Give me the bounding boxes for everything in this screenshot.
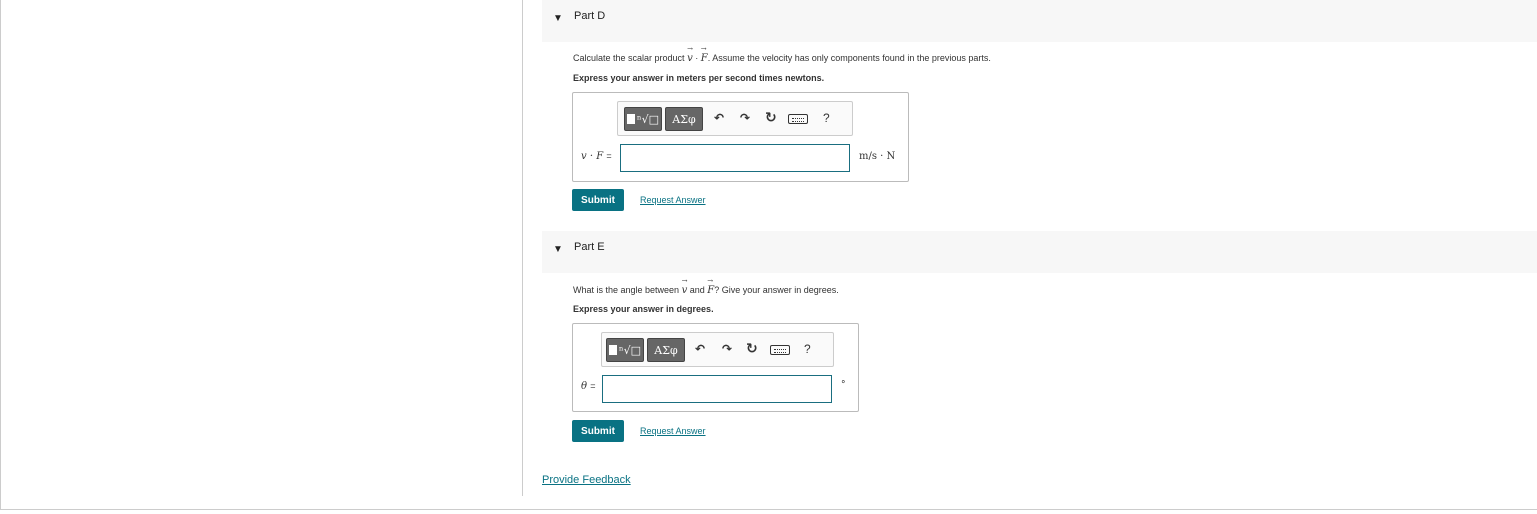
caret-down-icon[interactable]: ▼: [553, 244, 563, 255]
part-e-submit-button[interactable]: Submit: [572, 420, 624, 442]
vector-v: v: [682, 285, 688, 296]
vector-f: F: [701, 53, 708, 64]
undo-icon[interactable]: ↶: [695, 342, 705, 356]
question-text-suffix: . Assume the velocity has only component…: [707, 53, 991, 63]
equals-sign: =: [590, 381, 596, 391]
dot-operator: ·: [695, 53, 699, 63]
vector-v: v: [687, 53, 693, 64]
part-e-request-answer-link[interactable]: Request Answer: [640, 426, 706, 436]
part-d-question: Calculate the scalar product v · F. Assu…: [573, 53, 991, 64]
caret-down-icon[interactable]: ▼: [553, 13, 563, 24]
question-text: Calculate the scalar product: [573, 53, 688, 63]
question-text-suffix: ? Give your answer in degrees.: [714, 285, 839, 295]
undo-icon[interactable]: ↶: [714, 111, 724, 125]
part-e-answer-box: ⁿ√□ ΑΣφ ↶ ↷ ↻ ? θ = °: [572, 323, 859, 412]
redo-icon[interactable]: ↷: [722, 342, 732, 356]
part-d-answer-input[interactable]: [620, 144, 850, 172]
greek-symbols-button[interactable]: ΑΣφ: [647, 338, 685, 362]
part-e-header[interactable]: ▼ Part E: [542, 231, 1537, 273]
content-divider: [522, 0, 523, 496]
part-e-question: What is the angle between v and F? Give …: [573, 285, 839, 296]
part-e-title: Part E: [574, 241, 605, 253]
vector-f-label: F: [596, 151, 604, 162]
vector-f: F: [707, 285, 714, 296]
templates-glyph: ⁿ√□: [618, 343, 642, 357]
part-d-unit: m/s · N: [859, 151, 896, 162]
question-text: What is the angle between: [573, 285, 682, 295]
redo-icon[interactable]: ↷: [740, 111, 750, 125]
part-e-variable-label: θ =: [581, 381, 595, 392]
question-and: and: [687, 285, 708, 295]
help-button[interactable]: ?: [823, 111, 830, 125]
part-d-request-answer-link[interactable]: Request Answer: [640, 195, 706, 205]
part-e-instruction: Express your answer in degrees.: [573, 304, 714, 314]
math-toolbar: ⁿ√□ ΑΣφ ↶ ↷ ↻ ?: [617, 101, 853, 136]
templates-button[interactable]: ⁿ√□: [606, 338, 644, 362]
help-button[interactable]: ?: [804, 342, 811, 356]
keyboard-icon[interactable]: [788, 114, 808, 124]
part-d-title: Part D: [574, 10, 606, 22]
part-d-submit-button[interactable]: Submit: [572, 189, 624, 211]
part-d-variable-label: v · F =: [581, 151, 612, 162]
part-d-header[interactable]: ▼ Part D: [542, 0, 1537, 42]
part-d-instruction: Express your answer in meters per second…: [573, 73, 825, 83]
theta-symbol: θ: [581, 381, 588, 392]
part-d-answer-box: ⁿ√□ ΑΣφ ↶ ↷ ↻ ? v · F = m/s · N: [572, 92, 909, 182]
templates-glyph: ⁿ√□: [636, 112, 660, 126]
part-e-unit: °: [841, 380, 846, 390]
keyboard-icon[interactable]: [770, 345, 790, 355]
reset-icon[interactable]: ↻: [746, 340, 758, 357]
vector-v-label: v: [581, 151, 587, 162]
templates-button[interactable]: ⁿ√□: [624, 107, 662, 131]
reset-icon[interactable]: ↻: [765, 109, 777, 126]
part-e-answer-input[interactable]: [602, 375, 832, 403]
provide-feedback-link[interactable]: Provide Feedback: [542, 474, 631, 486]
greek-symbols-button[interactable]: ΑΣφ: [665, 107, 703, 131]
math-toolbar: ⁿ√□ ΑΣφ ↶ ↷ ↻ ?: [601, 332, 834, 367]
equals-sign: =: [606, 151, 612, 161]
